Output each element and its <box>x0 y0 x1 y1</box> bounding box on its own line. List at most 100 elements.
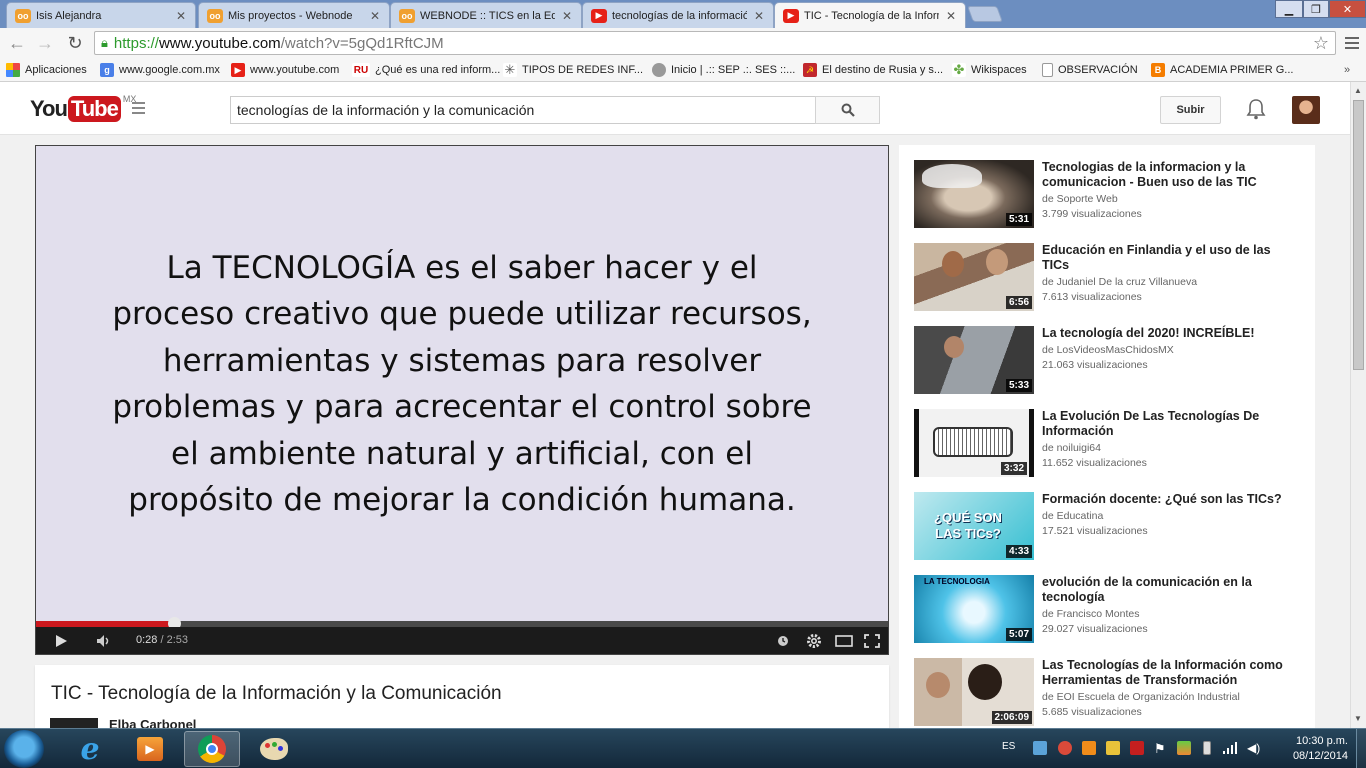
restore-button[interactable]: ❐ <box>1303 0 1329 18</box>
volume-icon[interactable] <box>96 632 112 650</box>
related-video-item[interactable]: 2:06:09 Las Tecnologías de la Informació… <box>914 658 1304 728</box>
related-video-item[interactable]: 3:32 La Evolución De Las Tecnologías De … <box>914 409 1304 479</box>
video-thumbnail[interactable]: 5:31 <box>914 160 1034 228</box>
fullscreen-icon[interactable] <box>864 632 880 650</box>
bookmark-item[interactable]: ▶ www.youtube.com <box>231 61 339 79</box>
action-center-flag-icon[interactable]: ⚑ <box>1154 741 1166 757</box>
guide-menu-icon[interactable] <box>132 102 156 116</box>
tray-app-icon[interactable] <box>1106 741 1120 755</box>
tray-app-icon[interactable] <box>1033 741 1047 755</box>
volume-icon[interactable]: ◀︎) <box>1247 741 1260 755</box>
video-thumbnail[interactable]: LA TECNOLOGIA 5:07 <box>914 575 1034 643</box>
video-frame[interactable]: La TECNOLOGÍA es el saber hacer y el pro… <box>36 146 888 622</box>
battery-icon[interactable] <box>1203 741 1211 755</box>
related-video-item[interactable]: 6:56 Educación en Finlandia y el uso de … <box>914 243 1304 313</box>
video-thumbnail[interactable]: 3:32 <box>914 409 1034 477</box>
bookmark-item[interactable]: Inicio | .:: SEP .:. SES ::... <box>652 61 795 79</box>
user-avatar[interactable] <box>1292 96 1320 124</box>
apps-grid-icon <box>6 63 20 77</box>
video-player[interactable]: La TECNOLOGÍA es el saber hacer y el pro… <box>35 145 889 655</box>
video-thumbnail[interactable]: 5:33 <box>914 326 1034 394</box>
scrollbar-thumb[interactable] <box>1353 100 1364 370</box>
back-arrow-icon[interactable]: ← <box>6 32 28 54</box>
bookmark-item[interactable]: ☭ El destino de Rusia y s... <box>803 61 943 79</box>
related-video-title[interactable]: La Evolución De Las Tecnologías De Infor… <box>1042 409 1300 439</box>
settings-gear-icon[interactable] <box>806 632 822 650</box>
related-video-title[interactable]: Formación docente: ¿Qué son las TICs? <box>1042 492 1300 507</box>
scroll-down-icon[interactable]: ▼ <box>1354 714 1362 723</box>
reload-icon[interactable]: ↻ <box>64 32 86 54</box>
related-video-item[interactable]: ¿QUÉ SON LAS TICs? 4:33 Formación docent… <box>914 492 1304 562</box>
show-desktop-button[interactable] <box>1356 729 1366 768</box>
bookmark-item[interactable]: B ACADEMIA PRIMER G... <box>1151 61 1293 79</box>
system-clock[interactable]: 10:30 p.m. 08/12/2014 <box>1266 734 1348 764</box>
related-video-item[interactable]: 5:33 La tecnología del 2020! INCREÍBLE! … <box>914 326 1304 396</box>
youtube-icon: ▶ <box>783 8 799 23</box>
scroll-up-icon[interactable]: ▲ <box>1354 86 1362 95</box>
related-video-title[interactable]: evolución de la comunicación en la tecno… <box>1042 575 1300 605</box>
tray-app-icon[interactable] <box>1082 741 1096 755</box>
internet-explorer-icon[interactable]: e <box>62 731 118 767</box>
related-video-title[interactable]: Educación en Finlandia y el uso de las T… <box>1042 243 1300 273</box>
media-player-icon[interactable]: ▶ <box>122 731 178 767</box>
notifications-bell-icon[interactable] <box>1246 98 1266 120</box>
related-video-item[interactable]: 5:31 Tecnologias de la informacion y la … <box>914 160 1304 230</box>
youtube-logo[interactable]: You Tube MX <box>30 94 136 122</box>
video-info-panel: TIC - Tecnología de la Información y la … <box>35 665 889 732</box>
time-display: 0:28 / 2:53 <box>136 634 188 646</box>
search-input[interactable]: tecnologías de la información y la comun… <box>230 96 816 124</box>
tray-app-icon[interactable] <box>1177 741 1191 755</box>
bookmark-item[interactable]: OBSERVACIÓN <box>1042 61 1138 79</box>
related-video-title[interactable]: La tecnología del 2020! INCREÍBLE! <box>1042 326 1300 341</box>
language-indicator[interactable]: ES <box>1002 741 1015 752</box>
bookmark-item[interactable]: ✤ Wikispaces <box>952 61 1027 79</box>
close-window-button[interactable]: ✕ <box>1329 0 1366 18</box>
channel-avatar[interactable] <box>50 718 98 728</box>
bookmark-star-icon[interactable]: ☆ <box>1313 33 1329 54</box>
close-icon[interactable]: ✕ <box>175 9 187 23</box>
close-icon[interactable]: ✕ <box>945 9 957 23</box>
watch-later-icon[interactable] <box>777 632 789 650</box>
close-icon[interactable]: ✕ <box>561 9 573 23</box>
tray-app-icon[interactable] <box>1130 741 1144 755</box>
video-thumbnail[interactable]: ¿QUÉ SON LAS TICs? 4:33 <box>914 492 1034 560</box>
bookmarks-overflow-icon[interactable]: » <box>1344 61 1350 79</box>
chrome-icon[interactable] <box>184 731 240 767</box>
upload-button[interactable]: Subir <box>1160 96 1221 124</box>
browser-tab[interactable]: ▶ tecnologías de la informació ✕ <box>582 2 774 28</box>
new-tab-button[interactable] <box>967 6 1003 22</box>
tab-title: WEBNODE :: TICS en la Edu <box>420 9 555 22</box>
page-scrollbar[interactable]: ▲ ▼ <box>1350 82 1366 728</box>
duration: / 2:53 <box>160 634 189 646</box>
theater-mode-icon[interactable] <box>835 632 853 650</box>
close-icon[interactable]: ✕ <box>369 9 381 23</box>
minimize-button[interactable]: ▁ <box>1275 0 1303 18</box>
bookmark-apps[interactable]: Aplicaciones <box>6 61 87 79</box>
clock-date: 08/12/2014 <box>1292 750 1348 762</box>
youtube-icon: ▶ <box>591 8 607 23</box>
paint-icon[interactable] <box>246 731 302 767</box>
close-icon[interactable]: ✕ <box>753 9 765 23</box>
play-icon[interactable] <box>54 632 68 650</box>
related-video-title[interactable]: Tecnologias de la informacion y la comun… <box>1042 160 1300 190</box>
bookmark-item[interactable]: RU ¿Qué es una red inform... <box>352 61 500 79</box>
browser-tab[interactable]: oo Mis proyectos - Webnode ✕ <box>198 2 390 28</box>
browser-tab[interactable]: oo WEBNODE :: TICS en la Edu ✕ <box>390 2 582 28</box>
wifi-signal-icon[interactable] <box>1222 742 1238 755</box>
start-button[interactable] <box>4 730 44 768</box>
video-thumbnail[interactable]: 2:06:09 <box>914 658 1034 726</box>
browser-tab-active[interactable]: ▶ TIC - Tecnología de la Inform ✕ <box>774 2 966 28</box>
bookmark-item[interactable]: g www.google.com.mx <box>100 61 220 79</box>
bookmarks-bar: Aplicaciones g www.google.com.mx ▶ www.y… <box>0 58 1366 82</box>
video-thumbnail[interactable]: 6:56 <box>914 243 1034 311</box>
search-button[interactable] <box>815 96 880 124</box>
browser-menu-icon[interactable] <box>1342 32 1362 54</box>
forward-arrow-icon[interactable]: → <box>34 32 56 54</box>
browser-tab[interactable]: oo Isis Alejandra ✕ <box>6 2 196 28</box>
related-video-channel: de Soporte Web <box>1042 193 1118 205</box>
related-video-title[interactable]: Las Tecnologías de la Información como H… <box>1042 658 1300 688</box>
related-video-item[interactable]: LA TECNOLOGIA 5:07 evolución de la comun… <box>914 575 1304 645</box>
tray-app-icon[interactable] <box>1058 741 1072 755</box>
address-bar[interactable]: 🔒︎ https://www.youtube.com/watch?v=5gQd1… <box>94 31 1336 55</box>
bookmark-item[interactable]: ✳ TIPOS DE REDES INF... <box>503 61 643 79</box>
